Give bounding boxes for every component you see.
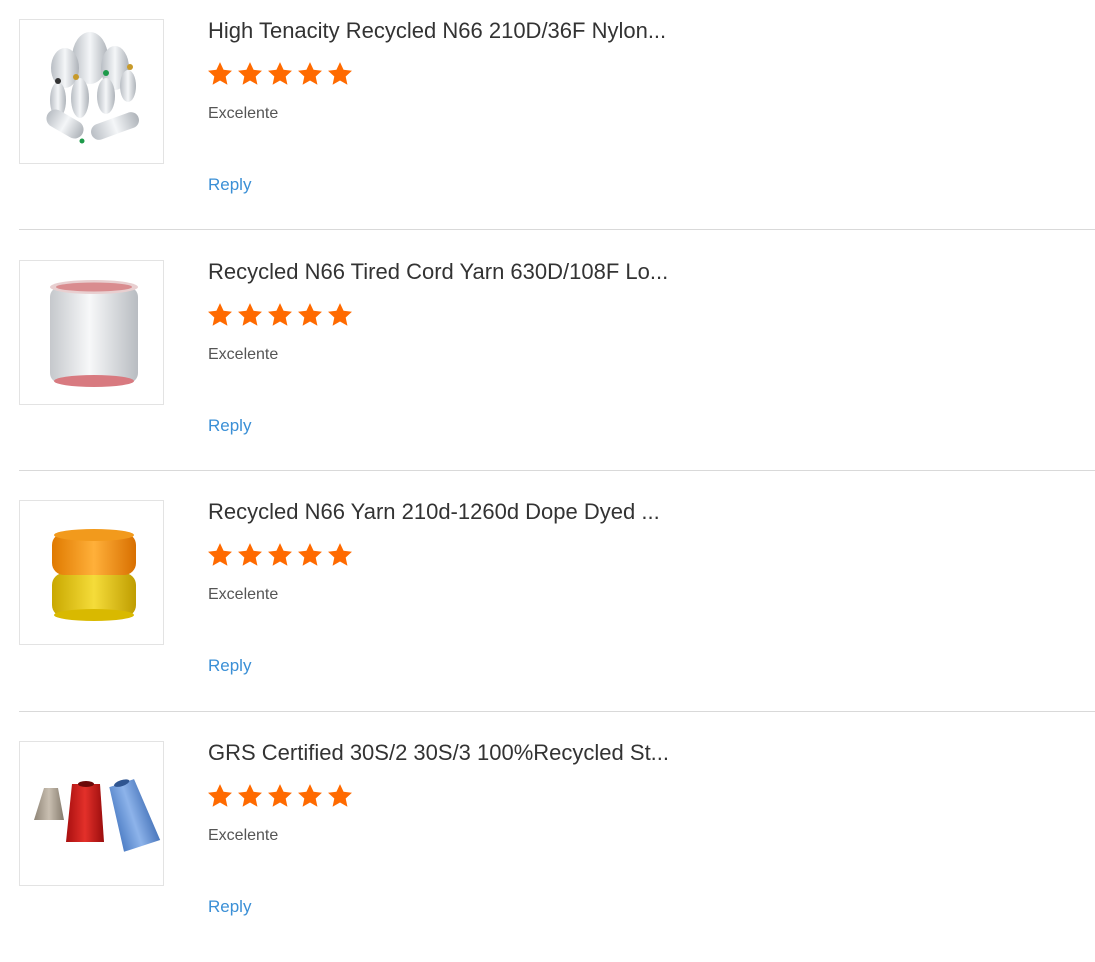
star-filled-icon — [238, 62, 262, 85]
star-filled-icon — [238, 784, 262, 807]
star-rating — [206, 782, 354, 810]
product-thumbnail[interactable] — [19, 500, 164, 645]
divider — [19, 711, 1095, 712]
star-rating — [206, 301, 354, 329]
star-filled-icon — [208, 784, 232, 807]
rating-text: Excelente — [208, 346, 279, 363]
star-filled-icon — [268, 784, 292, 807]
thread-cones-icon — [34, 779, 161, 852]
star-filled-icon — [328, 303, 352, 326]
white-yarn-bobbins-icon — [46, 32, 139, 144]
product-title[interactable]: Recycled N66 Yarn 210d-1260d Dope Dyed .… — [208, 499, 660, 525]
star-filled-icon — [208, 62, 232, 85]
divider — [19, 470, 1095, 471]
product-thumbnail[interactable] — [19, 260, 164, 405]
star-rating — [206, 60, 354, 88]
star-filled-icon — [298, 543, 322, 566]
review-item: Recycled N66 Yarn 210d-1260d Dope Dyed .… — [0, 481, 1095, 721]
star-filled-icon — [328, 543, 352, 566]
star-filled-icon — [238, 543, 262, 566]
divider — [19, 229, 1095, 230]
product-title[interactable]: High Tenacity Recycled N66 210D/36F Nylo… — [208, 18, 666, 44]
orange-yellow-yarn-spools-icon — [52, 529, 136, 621]
star-filled-icon — [268, 62, 292, 85]
star-filled-icon — [208, 303, 232, 326]
white-yarn-spool-icon — [50, 280, 138, 387]
reply-link[interactable]: Reply — [208, 897, 251, 917]
star-filled-icon — [328, 62, 352, 85]
product-thumbnail[interactable] — [19, 19, 164, 164]
rating-text: Excelente — [208, 827, 279, 844]
star-filled-icon — [268, 303, 292, 326]
rating-text: Excelente — [208, 586, 279, 603]
reply-link[interactable]: Reply — [208, 416, 251, 436]
star-filled-icon — [238, 303, 262, 326]
star-filled-icon — [208, 543, 232, 566]
star-filled-icon — [268, 543, 292, 566]
star-filled-icon — [298, 303, 322, 326]
star-filled-icon — [298, 62, 322, 85]
product-title[interactable]: GRS Certified 30S/2 30S/3 100%Recycled S… — [208, 740, 669, 766]
rating-text: Excelente — [208, 105, 279, 122]
star-rating — [206, 541, 354, 569]
product-thumbnail[interactable] — [19, 741, 164, 886]
star-filled-icon — [298, 784, 322, 807]
review-item: High Tenacity Recycled N66 210D/36F Nylo… — [0, 0, 1095, 240]
star-filled-icon — [328, 784, 352, 807]
review-item: Recycled N66 Tired Cord Yarn 630D/108F L… — [0, 241, 1095, 481]
review-item: GRS Certified 30S/2 30S/3 100%Recycled S… — [0, 722, 1095, 962]
product-title[interactable]: Recycled N66 Tired Cord Yarn 630D/108F L… — [208, 259, 668, 285]
reply-link[interactable]: Reply — [208, 175, 251, 195]
reply-link[interactable]: Reply — [208, 656, 251, 676]
